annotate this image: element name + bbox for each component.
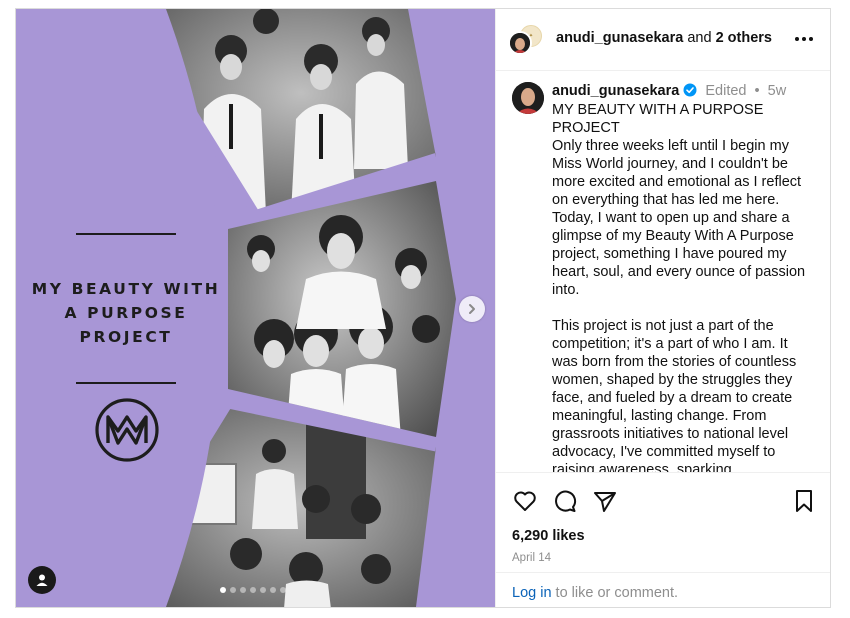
heart-icon[interactable] [512, 488, 538, 514]
caption-username[interactable]: anudi_gunasekara [552, 83, 679, 99]
next-image-button[interactable] [459, 296, 485, 322]
tagged-users-button[interactable] [28, 566, 56, 594]
post-details-panel: ✦ anudi_gunasekara and 2 others anudi_gu… [495, 9, 830, 607]
login-prompt: Log in to like or comment. [496, 572, 830, 607]
avatar [508, 31, 532, 55]
login-prompt-text: to like or comment. [555, 585, 679, 601]
caption-header: anudi_gunasekara Edited • 5w [552, 83, 786, 99]
user-tag-icon [36, 574, 48, 586]
collage-image [16, 9, 456, 607]
others-link[interactable]: 2 others [716, 30, 772, 46]
post-header: ✦ anudi_gunasekara and 2 others [496, 9, 830, 71]
separator-dot: • [754, 83, 760, 99]
collab-avatars[interactable]: ✦ [508, 25, 542, 57]
avatar[interactable] [512, 82, 544, 114]
carousel-dot [270, 587, 276, 593]
carousel-dot [240, 587, 246, 593]
post-authors: anudi_gunasekara and 2 others [556, 30, 772, 46]
likes-count[interactable]: 6,290 likes [512, 528, 585, 544]
post-frame: MY BEAUTY WITH A PURPOSE PROJECT ✦ anudi… [15, 8, 831, 608]
more-options-button[interactable] [792, 29, 816, 49]
author-username[interactable]: anudi_gunasekara [556, 30, 683, 46]
login-link[interactable]: Log in [512, 585, 552, 601]
chevron-right-icon [469, 304, 475, 314]
carousel-dot [250, 587, 256, 593]
bookmark-icon[interactable] [791, 488, 817, 514]
carousel-dot [260, 587, 266, 593]
connector-text: and [687, 30, 712, 46]
carousel-dot [220, 587, 226, 593]
verified-badge-icon [683, 83, 697, 97]
carousel-dot [230, 587, 236, 593]
caption-text: MY BEAUTY WITH A PURPOSE PROJECT Only th… [552, 102, 806, 472]
comment-icon[interactable] [552, 488, 578, 514]
edited-label: Edited [705, 83, 747, 99]
post-actions: 6,290 likes April 14 Log in to like or c… [496, 472, 830, 607]
more-horizontal-icon [795, 37, 813, 41]
caption-area[interactable]: anudi_gunasekara Edited • 5w MY BEAUTY W… [496, 72, 830, 472]
carousel-dot [280, 587, 286, 593]
carousel-indicator [220, 587, 286, 593]
share-icon[interactable] [592, 488, 618, 514]
post-media: MY BEAUTY WITH A PURPOSE PROJECT [16, 9, 495, 607]
post-age: 5w [767, 83, 787, 99]
post-date[interactable]: April 14 [512, 552, 551, 564]
